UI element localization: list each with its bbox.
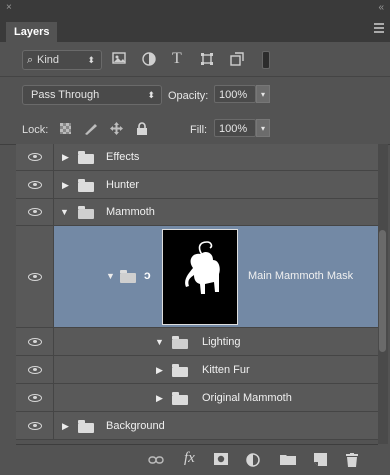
fill-input[interactable]: 100% (214, 119, 256, 137)
shape-filter-icon[interactable] (200, 52, 214, 68)
visibility-cell[interactable] (16, 328, 54, 355)
tab-layers[interactable]: Layers (6, 22, 58, 42)
layer-row-hunter[interactable]: ▶ Hunter (16, 171, 378, 199)
layer-row-original-mammoth[interactable]: ▶ Original Mammoth (16, 384, 378, 412)
layers-list: ▶ Effects ▶ Hunter ▼ Mammoth ▼ ↄ Main Ma… (16, 144, 378, 444)
layer-row-effects[interactable]: ▶ Effects (16, 144, 378, 171)
folder-icon (78, 420, 94, 433)
image-filter-icon[interactable] (112, 52, 126, 66)
panel-tab-row: Layers (0, 17, 390, 42)
layers-bottom-toolbar: fx (16, 444, 378, 475)
lock-image-pixels-icon[interactable] (84, 122, 98, 137)
folder-icon (78, 151, 94, 164)
layer-name: Original Mammoth (202, 392, 292, 404)
opacity-input[interactable]: 100% (214, 85, 256, 103)
open-folder-icon (120, 270, 136, 283)
panel-title-bar: × « (0, 0, 390, 17)
open-folder-icon (172, 336, 188, 349)
eye-icon[interactable] (28, 181, 42, 189)
layer-row-main-mammoth-mask[interactable]: ▼ ↄ Main Mammoth Mask (16, 226, 378, 328)
visibility-cell[interactable] (16, 226, 54, 327)
layer-name: Effects (106, 151, 140, 163)
folder-icon (172, 364, 188, 377)
layer-name: Mammoth (106, 206, 155, 218)
folder-icon (172, 392, 188, 405)
blend-mode-dropdown[interactable]: Pass Through ⬍ (22, 85, 162, 105)
lock-row: Lock: Fill: 100% ▾ (0, 110, 390, 145)
layer-row-background[interactable]: ▶ Background (16, 412, 378, 440)
new-adjustment-icon[interactable] (246, 453, 260, 469)
kind-filter-dropdown[interactable]: ⌕ Kind ⬍ (22, 50, 102, 70)
layer-name: Kitten Fur (202, 364, 250, 376)
visibility-cell[interactable] (16, 356, 54, 383)
visibility-cell[interactable] (16, 171, 54, 198)
eye-icon[interactable] (28, 273, 42, 281)
eye-icon[interactable] (28, 208, 42, 216)
chevron-updown-icon: ⬍ (87, 55, 95, 65)
folder-icon (78, 179, 94, 192)
add-mask-icon[interactable] (214, 453, 228, 467)
panel-menu-icon[interactable] (374, 23, 384, 33)
blend-mode-value: Pass Through (31, 89, 100, 101)
adjustment-filter-icon[interactable] (142, 52, 156, 68)
expand-triangle-icon[interactable]: ▶ (62, 180, 69, 191)
collapse-panel-icon[interactable]: « (378, 2, 384, 13)
eye-icon[interactable] (28, 338, 42, 346)
collapse-triangle-icon[interactable]: ▼ (106, 271, 115, 281)
scrollbar-thumb[interactable] (379, 230, 386, 352)
expand-triangle-icon[interactable]: ▶ (156, 365, 163, 376)
opacity-label: Opacity: (168, 90, 209, 102)
layer-name: Main Mammoth Mask (248, 270, 354, 282)
layer-row-lighting[interactable]: ▼ Lighting (16, 328, 378, 356)
collapse-triangle-icon[interactable]: ▼ (60, 207, 69, 217)
layers-scrollbar[interactable] (378, 144, 388, 444)
lock-all-icon[interactable] (136, 122, 148, 137)
visibility-cell[interactable] (16, 412, 54, 439)
mask-link-icon[interactable]: ↄ (144, 268, 151, 282)
layer-row-kitten-fur[interactable]: ▶ Kitten Fur (16, 356, 378, 384)
search-icon: ⌕ (27, 54, 34, 66)
link-layers-icon[interactable] (148, 453, 164, 467)
eye-icon[interactable] (28, 394, 42, 402)
expand-triangle-icon[interactable]: ▶ (62, 421, 69, 432)
visibility-cell[interactable] (16, 144, 54, 170)
filter-row: ⌕ Kind ⬍ T (0, 42, 390, 77)
visibility-cell[interactable] (16, 384, 54, 411)
filter-toggle-switch[interactable] (262, 51, 270, 69)
chevron-updown-icon: ⬍ (147, 90, 155, 100)
layer-name: Hunter (106, 179, 140, 191)
lock-label: Lock: (22, 124, 49, 136)
fill-label: Fill: (190, 124, 208, 136)
expand-triangle-icon[interactable]: ▶ (62, 152, 69, 163)
eye-icon[interactable] (28, 422, 42, 430)
lock-transparent-pixels-icon[interactable] (60, 123, 71, 134)
smart-object-filter-icon[interactable] (230, 52, 244, 68)
expand-triangle-icon[interactable]: ▶ (156, 393, 163, 404)
type-filter-icon[interactable]: T (172, 51, 182, 67)
mask-thumbnail[interactable] (162, 229, 238, 325)
eye-icon[interactable] (28, 153, 42, 161)
layer-name: Background (106, 420, 165, 432)
layer-name: Lighting (202, 336, 241, 348)
delete-layer-icon[interactable] (346, 453, 358, 469)
fill-dropdown-button[interactable]: ▾ (256, 119, 270, 137)
lock-position-icon[interactable] (110, 122, 123, 137)
blend-row: Pass Through ⬍ Opacity: 100% ▾ (0, 76, 390, 110)
new-group-icon[interactable] (280, 453, 296, 467)
visibility-cell[interactable] (16, 199, 54, 225)
eye-icon[interactable] (28, 366, 42, 374)
close-panel-icon[interactable]: × (6, 2, 12, 13)
opacity-dropdown-button[interactable]: ▾ (256, 85, 270, 103)
collapse-triangle-icon[interactable]: ▼ (155, 337, 164, 347)
open-folder-icon (78, 206, 94, 219)
mammoth-silhouette-icon (185, 241, 220, 294)
new-layer-icon[interactable] (314, 453, 327, 468)
fx-icon[interactable]: fx (184, 451, 195, 466)
layer-row-mammoth[interactable]: ▼ Mammoth (16, 199, 378, 226)
kind-filter-label: Kind (37, 54, 60, 66)
layers-panel: × « Layers ⌕ Kind ⬍ T Pass Through ⬍ Opa… (0, 0, 390, 475)
